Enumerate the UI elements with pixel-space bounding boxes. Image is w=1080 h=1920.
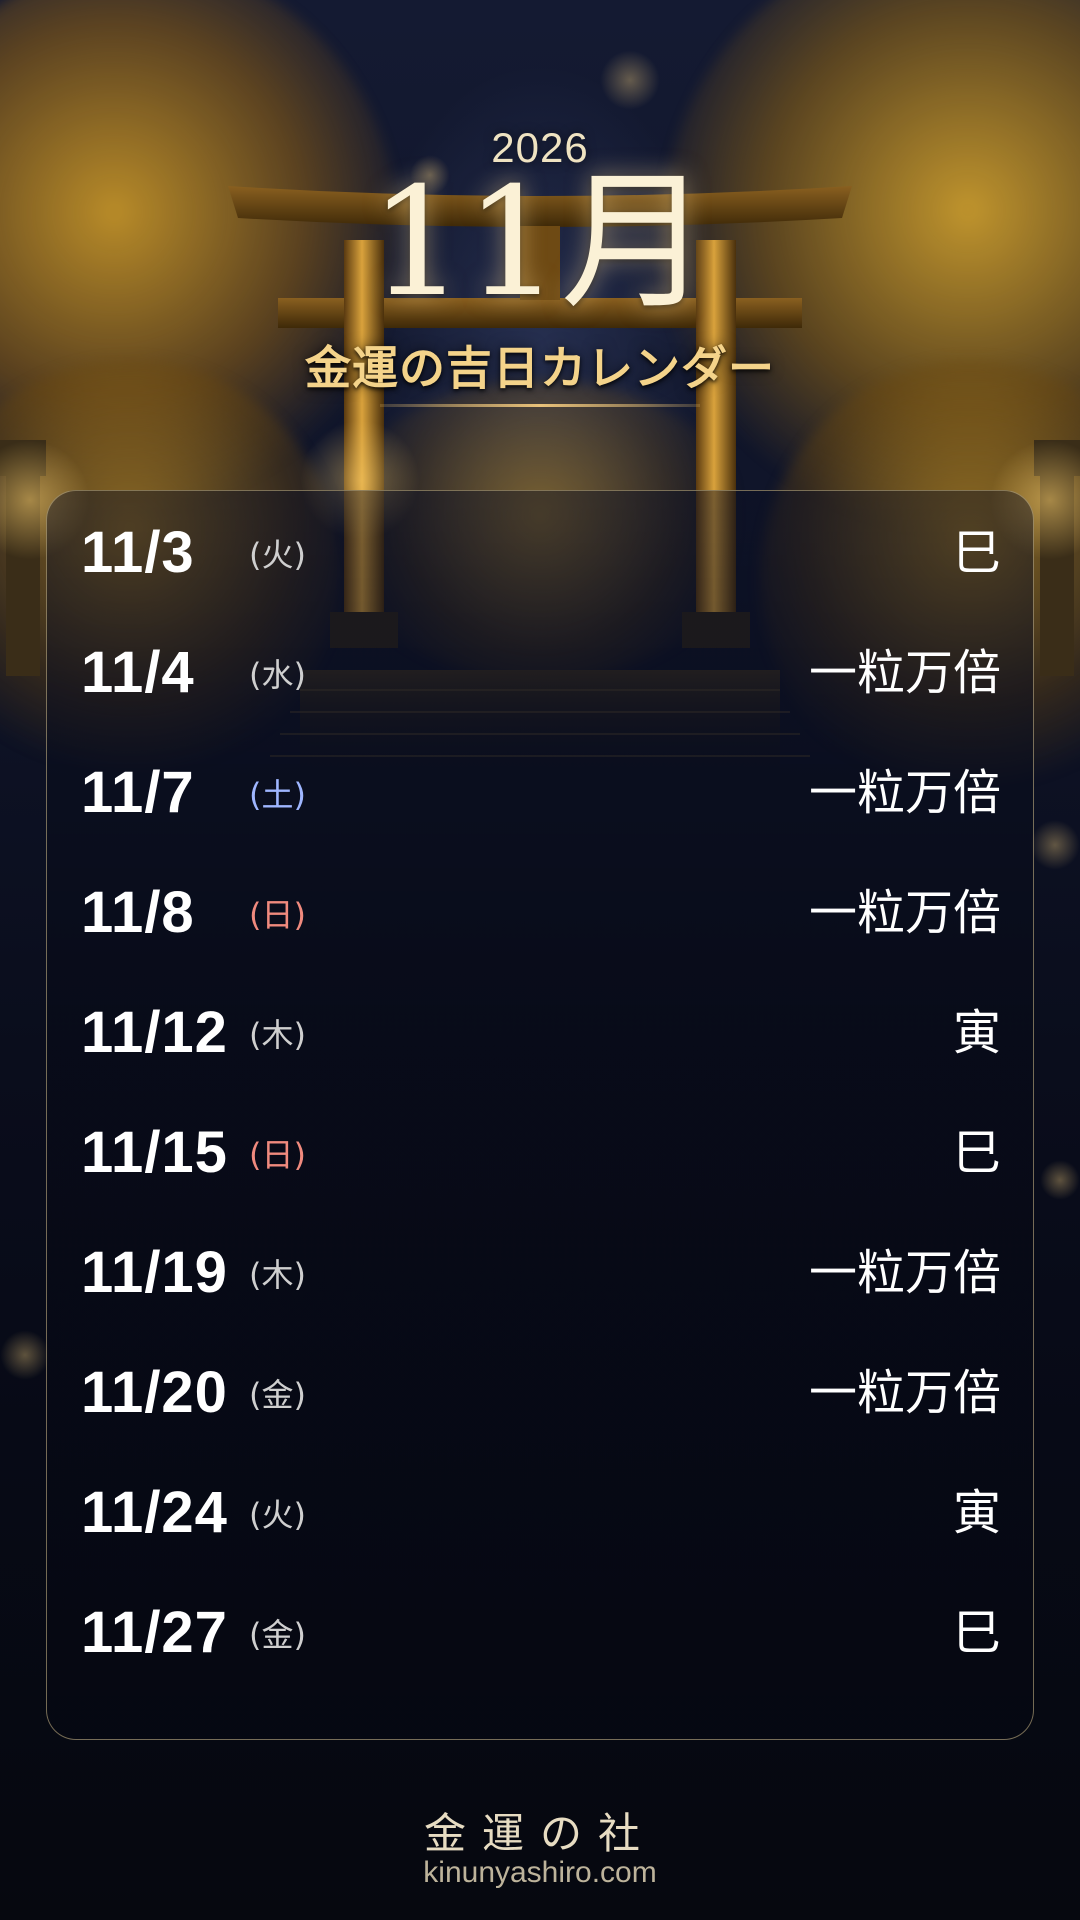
row-lucky-day-type: 一粒万倍 <box>808 645 1001 701</box>
calendar-row: 11/27 (金) 巳 <box>47 1571 1035 1691</box>
title-divider <box>380 404 700 407</box>
row-date: 11/12 <box>81 1000 228 1065</box>
row-weekday: (木) <box>249 1256 306 1294</box>
calendar-panel: 11/3 (火) 巳 11/4 (水) 一粒万倍 11/7 (土) 一粒万倍 11/8 (日) 一粒万… <box>46 490 1034 1740</box>
bokeh-light <box>1030 820 1080 870</box>
row-weekday: (日) <box>249 1136 306 1174</box>
row-date: 11/7 <box>81 760 195 825</box>
row-date: 11/24 <box>81 1480 228 1545</box>
calendar-row: 11/24 (火) 寅 <box>47 1451 1035 1571</box>
calendar-subtitle: 金運の吉日カレンダー <box>305 341 775 395</box>
row-date: 11/27 <box>81 1600 228 1665</box>
row-lucky-day-type: 一粒万倍 <box>808 1245 1001 1301</box>
row-weekday: (火) <box>249 536 306 574</box>
calendar-row: 11/8 (日) 一粒万倍 <box>47 851 1035 971</box>
calendar-row: 11/19 (木) 一粒万倍 <box>47 1211 1035 1331</box>
calendar-row: 11/15 (日) 巳 <box>47 1091 1035 1211</box>
site-url: kinunyashiro.com <box>423 1856 657 1889</box>
row-date: 11/4 <box>81 640 195 705</box>
row-weekday: (土) <box>249 776 306 814</box>
row-date: 11/19 <box>81 1240 228 1305</box>
row-lucky-day-type: 寅 <box>952 1005 1001 1061</box>
row-lucky-day-type: 巳 <box>952 1125 1001 1181</box>
calendar-row: 11/4 (水) 一粒万倍 <box>47 611 1035 731</box>
calendar-row: 11/7 (土) 一粒万倍 <box>47 731 1035 851</box>
row-weekday: (木) <box>249 1016 306 1054</box>
bokeh-light <box>0 1330 50 1380</box>
row-weekday: (日) <box>249 896 306 934</box>
month-title: 11月 <box>369 156 711 330</box>
calendar-row: 11/12 (木) 寅 <box>47 971 1035 1091</box>
row-lucky-day-type: 一粒万倍 <box>808 1365 1001 1421</box>
bokeh-light <box>600 50 660 110</box>
row-weekday: (金) <box>249 1616 306 1654</box>
row-date: 11/15 <box>81 1120 228 1185</box>
calendar-row: 11/3 (火) 巳 <box>47 491 1035 611</box>
row-date: 11/8 <box>81 880 195 945</box>
row-weekday: (水) <box>249 656 306 694</box>
row-lucky-day-type: 巳 <box>952 1605 1001 1661</box>
row-date: 11/3 <box>81 520 195 585</box>
brand-name: 金運の社 <box>423 1809 656 1858</box>
row-weekday: (金) <box>249 1376 306 1414</box>
row-date: 11/20 <box>81 1360 228 1425</box>
row-lucky-day-type: 寅 <box>952 1485 1001 1541</box>
row-weekday: (火) <box>249 1496 306 1534</box>
calendar-row: 11/20 (金) 一粒万倍 <box>47 1331 1035 1451</box>
bokeh-light <box>1040 1160 1080 1200</box>
row-lucky-day-type: 一粒万倍 <box>808 765 1001 821</box>
row-lucky-day-type: 巳 <box>952 525 1001 581</box>
row-lucky-day-type: 一粒万倍 <box>808 885 1001 941</box>
